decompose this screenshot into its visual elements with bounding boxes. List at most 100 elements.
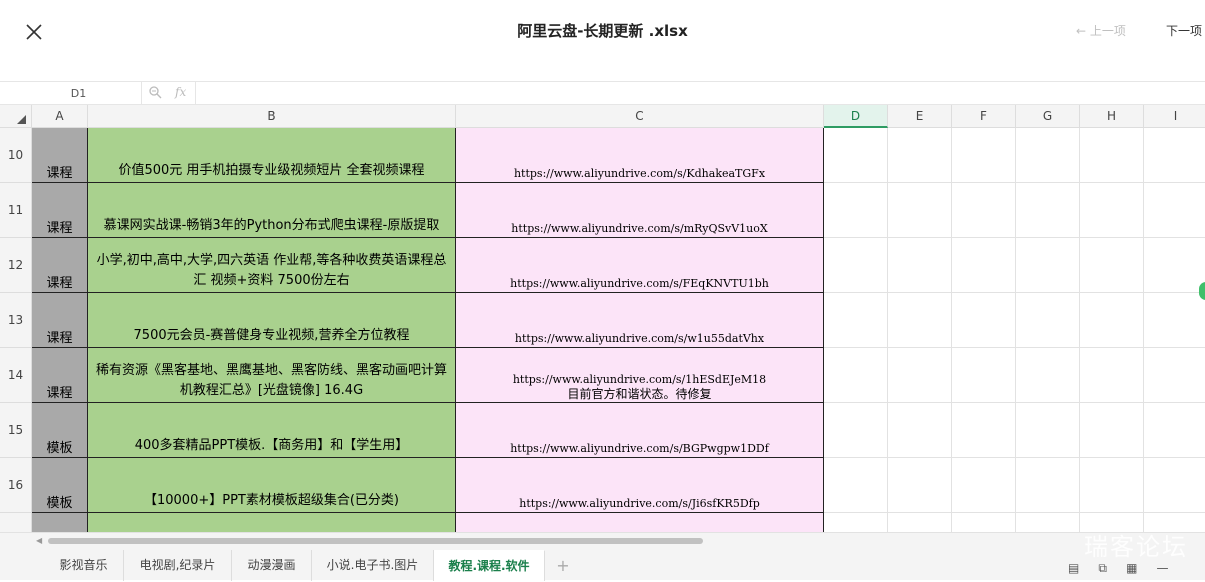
category-cell[interactable]: 模板: [32, 403, 88, 458]
share-link-cell[interactable]: https://www.aliyundrive.com/s/mRyQSvV1uo…: [456, 183, 824, 238]
share-link-cell[interactable]: [456, 513, 824, 532]
share-link-text[interactable]: https://www.aliyundrive.com/s/1hESdEJeM1…: [513, 373, 766, 387]
empty-cell-e[interactable]: [888, 403, 952, 458]
empty-cell-d[interactable]: [824, 513, 888, 532]
horizontal-scrollbar[interactable]: [48, 538, 1198, 544]
column-header-h[interactable]: H: [1080, 105, 1144, 128]
sheet-tab[interactable]: 动漫漫画: [232, 550, 312, 581]
empty-cell-g[interactable]: [1016, 128, 1080, 183]
empty-cell-h[interactable]: [1080, 238, 1144, 293]
empty-cell-i[interactable]: [1144, 238, 1205, 293]
view-mode-icons[interactable]: ▤ ⧉ ▦ —: [1068, 561, 1169, 576]
select-all-corner[interactable]: [0, 105, 32, 128]
empty-cell-f[interactable]: [952, 183, 1016, 238]
empty-cell-d[interactable]: [824, 293, 888, 348]
zoom-out-icon[interactable]: —: [1157, 561, 1169, 575]
empty-cell-e[interactable]: [888, 183, 952, 238]
cell-reference-box[interactable]: D1: [16, 82, 142, 105]
empty-cell-h[interactable]: [1080, 348, 1144, 403]
normal-view-icon[interactable]: ▤: [1068, 561, 1079, 575]
empty-cell-i[interactable]: [1144, 293, 1205, 348]
empty-cell-i[interactable]: [1144, 458, 1205, 513]
column-header-f[interactable]: F: [952, 105, 1016, 128]
share-link-cell[interactable]: https://www.aliyundrive.com/s/w1u55datVh…: [456, 293, 824, 348]
row-header[interactable]: 10: [0, 128, 32, 183]
empty-cell-d[interactable]: [824, 238, 888, 293]
sheet-tab[interactable]: 教程.课程.软件: [434, 550, 545, 581]
category-cell[interactable]: 课程: [32, 293, 88, 348]
empty-cell-e[interactable]: [888, 458, 952, 513]
layout-view-icon[interactable]: ▦: [1126, 561, 1137, 575]
row-header[interactable]: 11: [0, 183, 32, 238]
function-icon[interactable]: fx: [175, 85, 186, 99]
next-item-button[interactable]: 下一项: [1166, 22, 1202, 39]
column-header-a[interactable]: A: [32, 105, 88, 128]
row-header[interactable]: 14: [0, 348, 32, 403]
category-cell[interactable]: 模板: [32, 458, 88, 513]
row-header[interactable]: 16: [0, 458, 32, 513]
add-sheet-button[interactable]: +: [553, 550, 573, 581]
share-link-cell[interactable]: https://www.aliyundrive.com/s/1hESdEJeM1…: [456, 348, 824, 403]
sheet-tab[interactable]: 影视音乐: [44, 550, 124, 581]
empty-cell-g[interactable]: [1016, 458, 1080, 513]
empty-cell-d[interactable]: [824, 183, 888, 238]
scroll-left-arrow-icon[interactable]: ◀: [36, 536, 42, 545]
category-cell[interactable]: 课程: [32, 348, 88, 403]
resource-title-cell[interactable]: 稀有资源《黑客基地、黑鹰基地、黑客防线、黑客动画吧计算机教程汇总》[光盘镜像] …: [88, 348, 456, 403]
formula-input[interactable]: [195, 82, 1205, 105]
resource-title-cell[interactable]: 400多套精品PPT模板.【商务用】和【学生用】: [88, 403, 456, 458]
empty-cell-f[interactable]: [952, 293, 1016, 348]
empty-cell-i[interactable]: [1144, 348, 1205, 403]
row-header[interactable]: 15: [0, 403, 32, 458]
empty-cell-f[interactable]: [952, 348, 1016, 403]
empty-cell-h[interactable]: [1080, 293, 1144, 348]
empty-cell-e[interactable]: [888, 513, 952, 532]
empty-cell-h[interactable]: [1080, 183, 1144, 238]
page-view-icon[interactable]: ⧉: [1098, 561, 1107, 575]
category-cell[interactable]: 课程: [32, 128, 88, 183]
share-link-text[interactable]: https://www.aliyundrive.com/s/Ji6sfKR5Df…: [519, 497, 760, 511]
sheet-tab[interactable]: 电视剧,纪录片: [124, 550, 232, 581]
empty-cell-i[interactable]: [1144, 183, 1205, 238]
resource-title-cell[interactable]: 慕课网实战课-畅销3年的Python分布式爬虫课程-原版提取: [88, 183, 456, 238]
empty-cell-f[interactable]: [952, 128, 1016, 183]
row-header[interactable]: [0, 513, 32, 532]
resource-title-cell[interactable]: 小学,初中,高中,大学,四六英语 作业帮,等各种收费英语课程总汇 视频+资料 7…: [88, 238, 456, 293]
empty-cell-g[interactable]: [1016, 513, 1080, 532]
empty-cell-f[interactable]: [952, 238, 1016, 293]
empty-cell-f[interactable]: [952, 403, 1016, 458]
spreadsheet-grid[interactable]: A B C D E F G H I 10 课程 价值500元 用手机拍摄专业级视频短片 全套视频课程 h…: [0, 105, 1205, 532]
empty-cell-d[interactable]: [824, 458, 888, 513]
empty-cell-d[interactable]: [824, 348, 888, 403]
column-header-e[interactable]: E: [888, 105, 952, 128]
share-link-text[interactable]: https://www.aliyundrive.com/s/KdhakeaTGF…: [514, 167, 765, 181]
column-header-g[interactable]: G: [1016, 105, 1080, 128]
category-cell[interactable]: 课程: [32, 183, 88, 238]
empty-cell-g[interactable]: [1016, 183, 1080, 238]
row-header[interactable]: 13: [0, 293, 32, 348]
resource-title-cell[interactable]: 【10000+】PPT素材模板超级集合(已分类): [88, 458, 456, 513]
empty-cell-e[interactable]: [888, 238, 952, 293]
previous-item-button[interactable]: ← 上一项: [1076, 22, 1126, 39]
empty-cell-g[interactable]: [1016, 238, 1080, 293]
empty-cell-e[interactable]: [888, 128, 952, 183]
category-cell[interactable]: [32, 513, 88, 532]
column-header-b[interactable]: B: [88, 105, 456, 128]
empty-cell-h[interactable]: [1080, 403, 1144, 458]
column-header-i[interactable]: I: [1144, 105, 1205, 128]
resource-title-cell[interactable]: 7500元会员-赛普健身专业视频,营养全方位教程: [88, 293, 456, 348]
share-link-text[interactable]: https://www.aliyundrive.com/s/w1u55datVh…: [515, 332, 764, 346]
share-link-text[interactable]: https://www.aliyundrive.com/s/FEqKNVTU1b…: [510, 277, 769, 291]
empty-cell-g[interactable]: [1016, 403, 1080, 458]
empty-cell-d[interactable]: [824, 128, 888, 183]
resource-title-cell[interactable]: [88, 513, 456, 532]
empty-cell-e[interactable]: [888, 348, 952, 403]
share-link-cell[interactable]: https://www.aliyundrive.com/s/KdhakeaTGF…: [456, 128, 824, 183]
sheet-tab[interactable]: 小说.电子书.图片: [312, 550, 434, 581]
magnifier-icon[interactable]: [148, 85, 162, 99]
row-header[interactable]: 12: [0, 238, 32, 293]
empty-cell-d[interactable]: [824, 403, 888, 458]
empty-cell-i[interactable]: [1144, 128, 1205, 183]
empty-cell-f[interactable]: [952, 513, 1016, 532]
empty-cell-g[interactable]: [1016, 293, 1080, 348]
